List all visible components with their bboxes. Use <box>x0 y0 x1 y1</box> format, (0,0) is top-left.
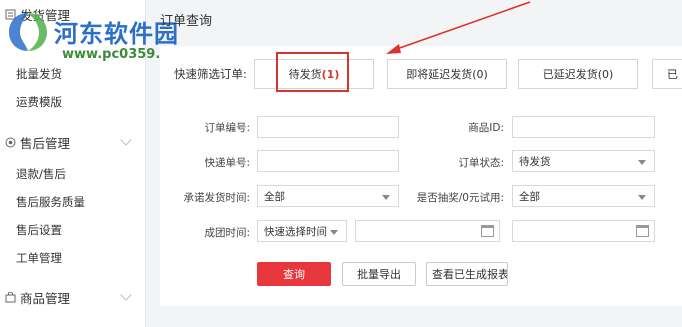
group-time-select[interactable]: 快速选择时间 <box>257 220 347 242</box>
batch-export-button[interactable]: 批量导出 <box>342 262 416 286</box>
sidebar-group-aftersale[interactable]: 售后管理 <box>0 128 146 156</box>
filter-count: (0) <box>472 67 488 81</box>
filter-text: 已延迟发货 <box>542 68 598 81</box>
group-time-end-input[interactable] <box>512 220 655 242</box>
filter-more-button[interactable]: 已 <box>652 59 682 89</box>
product-id-label: 商品ID: <box>468 122 504 134</box>
promise-time-select[interactable]: 全部 <box>257 185 399 207</box>
sidebar-group-label: 售后管理 <box>20 135 71 151</box>
caret-down-icon <box>638 195 646 200</box>
caret-down-icon <box>382 195 390 200</box>
view-reports-button[interactable]: 查看已生成报表 <box>426 262 508 286</box>
bag-icon <box>4 291 16 303</box>
order-status-label: 订单状态: <box>458 157 504 169</box>
group-time-label: 成团时间: <box>204 227 250 239</box>
annotation-arrow-icon <box>386 1 531 54</box>
search-button[interactable]: 查询 <box>257 262 331 286</box>
page-title: 订单查询 <box>160 14 213 29</box>
product-id-input[interactable] <box>512 116 655 138</box>
promise-time-value: 全部 <box>264 190 285 203</box>
lottery-select[interactable]: 全部 <box>512 185 655 207</box>
calendar-icon[interactable] <box>636 225 649 237</box>
caret-down-icon <box>330 230 338 235</box>
caret-down-icon <box>638 160 646 165</box>
chevron-down-icon <box>120 289 132 301</box>
sidebar-item-refund[interactable]: 退款/售后 <box>16 166 66 182</box>
highlight-box <box>276 52 349 92</box>
lottery-value: 全部 <box>519 190 540 203</box>
sidebar-item-batch-ship[interactable]: 批量发货 <box>16 66 62 82</box>
sidebar-item-ticket-mgmt[interactable]: 工单管理 <box>16 250 62 266</box>
filter-text: 即将延迟发货 <box>406 68 473 81</box>
sidebar-item-aftersale-settings[interactable]: 售后设置 <box>16 222 62 238</box>
watermark-logo-icon <box>6 10 50 54</box>
group-time-start-input[interactable] <box>355 220 500 242</box>
filter-count: (0) <box>597 67 614 81</box>
group-time-value: 快速选择时间 <box>264 225 327 238</box>
express-no-label: 快递单号: <box>204 157 250 169</box>
order-status-select[interactable]: 待发货 <box>512 150 655 172</box>
order-status-value: 待发货 <box>519 155 551 168</box>
lottery-label: 是否抽奖/0元试用: <box>416 192 504 204</box>
order-no-label: 订单编号: <box>204 122 250 134</box>
sidebar-item-freight-template[interactable]: 运费模版 <box>16 94 62 110</box>
shield-icon <box>4 136 16 148</box>
sidebar-group-label: 商品管理 <box>20 290 71 306</box>
promise-time-label: 承诺发货时间: <box>183 192 250 204</box>
calendar-icon[interactable] <box>481 225 494 237</box>
filter-text: 已 <box>667 68 678 81</box>
chevron-down-icon <box>120 134 132 146</box>
express-no-input[interactable] <box>257 150 399 172</box>
sidebar-group-product[interactable]: 商品管理 <box>0 283 146 311</box>
quick-filter-label: 快速筛选订单: <box>174 67 247 81</box>
order-no-input[interactable] <box>257 116 399 138</box>
sidebar-item-service-quality[interactable]: 售后服务质量 <box>16 194 85 210</box>
